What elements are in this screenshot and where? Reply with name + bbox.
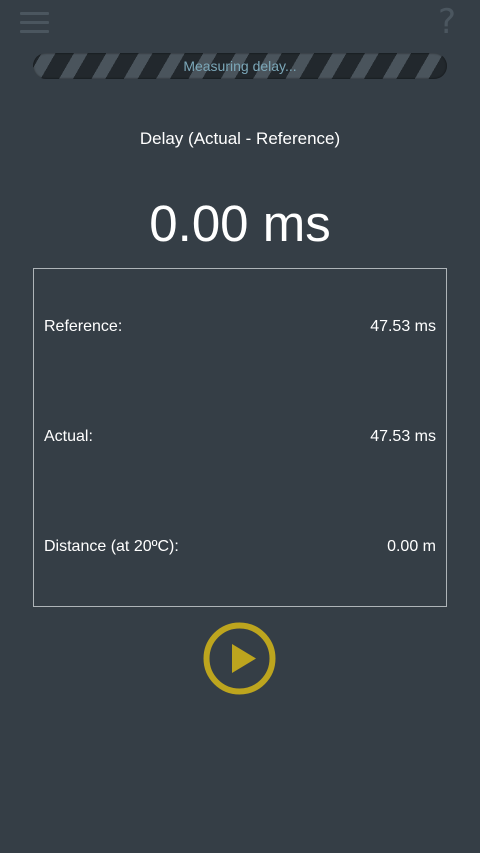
stat-row-actual: Actual: 47.53 ms xyxy=(44,425,436,449)
reference-label: Reference: xyxy=(44,318,123,335)
progress-status-text: Measuring delay... xyxy=(183,58,297,74)
play-icon xyxy=(203,622,276,695)
distance-label: Distance (at 20ºC): xyxy=(44,538,179,555)
stats-panel: Reference: 47.53 ms Actual: 47.53 ms Dis… xyxy=(33,268,447,607)
menu-button[interactable] xyxy=(20,12,50,34)
actual-label: Actual: xyxy=(44,428,93,445)
question-mark-icon: ? xyxy=(437,2,457,42)
actual-value: 47.53 ms xyxy=(370,428,436,445)
help-button[interactable]: ? xyxy=(434,2,460,42)
distance-value: 0.00 m xyxy=(387,538,436,555)
play-button[interactable] xyxy=(202,621,277,696)
delay-value: 0.00 ms xyxy=(149,195,331,252)
stat-row-distance: Distance (at 20ºC): 0.00 m xyxy=(44,535,436,559)
stat-row-reference: Reference: 47.53 ms xyxy=(44,315,436,339)
reference-value: 47.53 ms xyxy=(370,318,436,335)
progress-bar: Measuring delay... xyxy=(33,53,447,79)
delay-title: Delay (Actual - Reference) xyxy=(139,129,341,148)
